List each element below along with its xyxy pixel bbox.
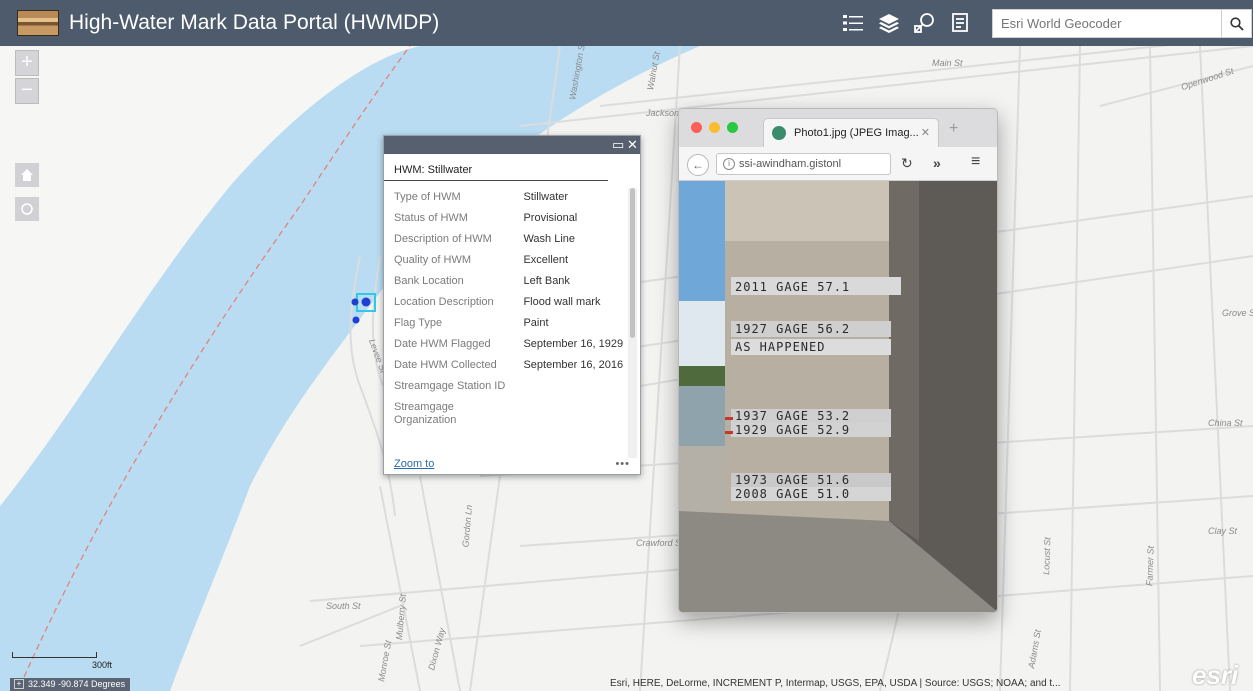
legend-icon[interactable] (838, 8, 868, 38)
query-icon[interactable] (910, 8, 940, 38)
gage-label: 1937 GAGE 53.2 (735, 409, 851, 423)
tab-close-icon[interactable]: ✕ (921, 126, 930, 139)
zoom-to-link[interactable]: Zoom to (394, 458, 434, 470)
minimize-window-button[interactable] (709, 122, 720, 133)
hwm-marker-selected (361, 297, 371, 307)
coordinates-text: 32.349 -90.874 Degrees (28, 679, 126, 689)
url-field[interactable]: i ssi-awindham.gistonl (716, 153, 891, 175)
attribute-row: Date HWM Collected September 16, 2016 (394, 359, 624, 371)
scale-label: 300ft (92, 660, 113, 670)
coordinates-readout[interactable]: + 32.349 -90.874 Degrees (10, 678, 131, 691)
attribute-row: Status of HWM Provisional (394, 212, 578, 224)
site-info-icon[interactable]: i (723, 158, 735, 170)
popup-scrollbar[interactable] (628, 188, 637, 458)
popup-titlebar: ▭ ✕ (384, 136, 640, 154)
attribute-row: Type of HWM Stillwater (394, 191, 569, 203)
about-icon[interactable] (946, 8, 976, 38)
header-toolbar (838, 8, 976, 38)
maximize-icon[interactable]: ▭ (612, 137, 624, 152)
browser-tabbar: Photo1.jpg (JPEG Imag... ✕ + (679, 109, 997, 147)
attribute-row: Streamgage Station ID (394, 380, 506, 392)
street-label: Crawford St (636, 538, 684, 548)
attribute-row: Bank Location Left Bank (394, 275, 570, 287)
street-label: South St (326, 601, 361, 611)
feature-popup: ▭ ✕ HWM: Stillwater Type of HWM Stillwate… (383, 135, 641, 475)
coordinates-toggle-icon: + (14, 679, 24, 689)
map-attribution: Esri, HERE, DeLorme, INCREMENT P, Interm… (610, 678, 1061, 689)
menu-icon[interactable]: ≡ (971, 153, 980, 171)
esri-logo: esri (1192, 660, 1239, 690)
url-text: ssi-awindham.gistonl (739, 158, 842, 170)
locate-icon (21, 203, 33, 215)
attribute-row: Quality of HWM Excellent (394, 254, 569, 266)
zoom-out-button[interactable]: − (15, 78, 39, 104)
browser-tab[interactable]: Photo1.jpg (JPEG Imag... ✕ (763, 118, 939, 147)
photo-browser-window: Photo1.jpg (JPEG Imag... ✕ + ← i ssi-awi… (678, 108, 998, 613)
close-window-button[interactable] (691, 122, 702, 133)
more-actions-button[interactable]: ••• (615, 458, 630, 470)
street-label: Locust St (1041, 537, 1053, 575)
search-button[interactable] (1222, 9, 1252, 38)
maximize-window-button[interactable] (727, 122, 738, 133)
gage-label: 2011 GAGE 57.1 (735, 280, 851, 294)
attribute-row: Description of HWM Wash Line (394, 233, 576, 245)
geocoder-search-input[interactable] (992, 9, 1222, 38)
attribute-row: Streamgage Organization (394, 401, 457, 426)
app-logo (17, 10, 59, 36)
hwm-marker (352, 316, 360, 324)
home-icon (21, 169, 33, 181)
tab-title: Photo1.jpg (JPEG Imag... (794, 127, 919, 139)
locate-button[interactable] (15, 197, 39, 221)
app-header: High-Water Mark Data Portal (HWMDP) (0, 0, 1253, 46)
zoom-in-button[interactable]: + (15, 50, 39, 76)
street-label: Clay St (1208, 526, 1238, 536)
favicon-icon (772, 126, 786, 140)
street-label: Grove St (1222, 308, 1253, 318)
popup-attributes: Type of HWM Stillwater Status of HWM Provi… (384, 188, 628, 458)
home-button[interactable] (15, 163, 39, 187)
street-label: Main St (932, 58, 963, 68)
overflow-chevron-icon[interactable]: » (933, 155, 941, 171)
app-title: High-Water Mark Data Portal (HWMDP) (69, 11, 440, 34)
gage-label: AS HAPPENED (735, 340, 826, 354)
gage-label: 1973 GAGE 51.6 (735, 473, 851, 487)
gage-label: 1929 GAGE 52.9 (735, 423, 851, 437)
street-label: Farmer St (1144, 545, 1156, 587)
back-button[interactable]: ← (687, 154, 709, 176)
gage-label: 2008 GAGE 51.0 (735, 487, 851, 501)
street-label: China St (1208, 418, 1243, 428)
layers-icon[interactable] (874, 8, 904, 38)
attribute-row: Date HWM Flagged September 16, 1929 (394, 338, 624, 350)
close-icon[interactable]: ✕ (627, 137, 638, 152)
hwm-marker (351, 298, 359, 306)
browser-navbar: ← i ssi-awindham.gistonl ↻ » ≡ (679, 147, 997, 181)
scale-bar (12, 652, 97, 658)
popup-title: HWM: Stillwater (384, 154, 608, 181)
gage-label: 1927 GAGE 56.2 (735, 322, 851, 336)
popup-footer: Zoom to ••• (394, 458, 630, 470)
flood-wall-photo (679, 181, 997, 612)
reload-icon[interactable]: ↻ (901, 155, 913, 172)
scrollbar-thumb[interactable] (630, 188, 635, 338)
search-icon (1229, 16, 1244, 31)
new-tab-button[interactable]: + (949, 120, 958, 138)
attribute-row: Flag Type Paint (394, 317, 549, 329)
attribute-row: Location Description Flood wall mark (394, 296, 601, 308)
